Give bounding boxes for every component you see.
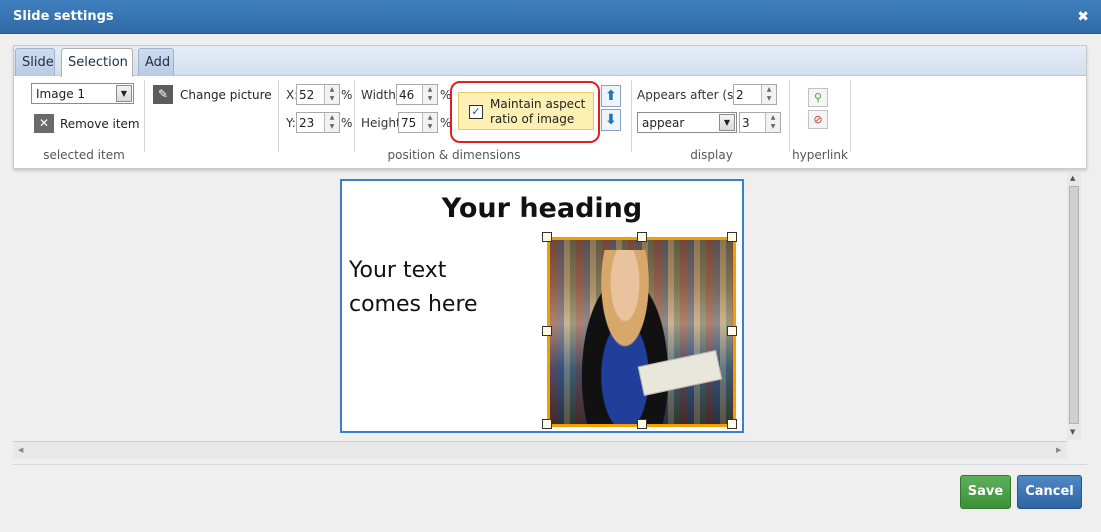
slide-body-line-2: comes here xyxy=(349,292,478,317)
resize-handle-w[interactable] xyxy=(542,326,552,336)
ribbon-toolbar: Slide Selection Add Image 1 ▼ ✕ Remove i… xyxy=(13,45,1087,169)
divider xyxy=(278,80,279,152)
appears-after-stepper[interactable]: 2 ▲ ▼ xyxy=(733,84,777,105)
effect-value: appear xyxy=(642,116,685,130)
height-stepper[interactable]: 75 ▲ ▼ xyxy=(398,112,438,133)
tab-bar: Slide Selection Add xyxy=(14,46,1086,77)
group-label-hyperlink: hyperlink xyxy=(792,148,848,162)
slide-heading[interactable]: Your heading xyxy=(342,193,742,224)
change-picture-button[interactable]: Change picture xyxy=(180,88,272,102)
scroll-right-icon[interactable]: ▶ xyxy=(1056,446,1061,454)
resize-handle-ne[interactable] xyxy=(727,232,737,242)
bring-forward-button[interactable]: ⬆ xyxy=(601,85,621,107)
spin-arrows-icon[interactable]: ▲ ▼ xyxy=(422,113,437,132)
effect-select[interactable]: appear ▼ xyxy=(637,112,737,133)
resize-handle-se[interactable] xyxy=(727,419,737,429)
arrow-up-icon: ⬆ xyxy=(605,88,617,104)
appears-after-label: Appears after (s): xyxy=(637,88,743,102)
divider xyxy=(631,80,632,152)
resize-handle-nw[interactable] xyxy=(542,232,552,242)
chevron-down-icon: ▼ xyxy=(116,85,132,102)
resize-handle-sw[interactable] xyxy=(542,419,552,429)
slide-preview[interactable]: Your heading Your text comes here xyxy=(340,179,744,433)
resize-handle-n[interactable] xyxy=(637,232,647,242)
group-label-position: position & dimensions xyxy=(387,148,521,162)
width-label: Width xyxy=(361,88,396,102)
spin-arrows-icon[interactable]: ▲ ▼ xyxy=(422,85,437,104)
divider xyxy=(144,80,145,152)
duration-value: 3 xyxy=(742,116,750,130)
vertical-scroll-thumb[interactable] xyxy=(1069,186,1079,424)
dialog-title: Slide settings xyxy=(13,9,114,24)
arrow-down-icon: ⬇ xyxy=(605,112,617,128)
spin-arrows-icon[interactable]: ▲ ▼ xyxy=(324,113,339,132)
save-button[interactable]: Save xyxy=(960,475,1011,509)
height-label: Height xyxy=(361,116,401,130)
tab-selection[interactable]: Selection xyxy=(61,48,133,77)
group-label-display: display xyxy=(690,148,733,162)
dialog-title-bar: Slide settings ✖ xyxy=(0,0,1101,34)
pencil-icon[interactable]: ✎ xyxy=(153,85,173,104)
scroll-left-icon[interactable]: ◀ xyxy=(18,446,23,454)
slide-image[interactable] xyxy=(547,237,736,427)
height-value: 75 xyxy=(401,116,417,130)
aspect-line-1: Maintain aspect xyxy=(490,97,586,111)
chevron-down-icon: ▼ xyxy=(719,114,735,131)
horizontal-scrollbar[interactable]: ◀ ▶ xyxy=(13,441,1067,459)
spin-arrows-icon[interactable]: ▲ ▼ xyxy=(765,113,780,132)
student-figure xyxy=(570,250,680,424)
x-unit: % xyxy=(341,88,353,102)
selected-item-value: Image 1 xyxy=(36,87,86,101)
checkbox-checked-icon[interactable]: ✓ xyxy=(469,105,483,119)
maintain-aspect-label: Maintain aspect ratio of image xyxy=(490,97,585,127)
remove-link-icon[interactable]: ⊘ xyxy=(808,110,828,129)
y-value: 23 xyxy=(299,116,315,130)
appears-after-value: 2 xyxy=(736,88,744,102)
add-link-icon[interactable]: ⚲ xyxy=(808,88,828,107)
aspect-line-2: ratio of image xyxy=(490,112,575,126)
resize-handle-e[interactable] xyxy=(727,326,737,336)
y-unit: % xyxy=(341,116,353,130)
scroll-down-icon[interactable]: ▼ xyxy=(1070,428,1075,436)
close-icon[interactable]: ✖ xyxy=(1077,9,1089,25)
group-label-selected-item: selected item xyxy=(43,148,125,162)
divider xyxy=(850,80,851,152)
send-backward-button[interactable]: ⬇ xyxy=(601,109,621,131)
selected-item-select[interactable]: Image 1 ▼ xyxy=(31,83,134,104)
resize-handle-s[interactable] xyxy=(637,419,647,429)
cancel-button[interactable]: Cancel xyxy=(1017,475,1082,509)
tab-add[interactable]: Add xyxy=(138,48,174,76)
tab-slide[interactable]: Slide xyxy=(15,48,55,76)
duration-stepper[interactable]: 3 ▲ ▼ xyxy=(739,112,781,133)
vertical-scrollbar[interactable]: ▲ ▼ xyxy=(1067,172,1081,440)
divider xyxy=(789,80,790,152)
aspect-highlight: ✓ Maintain aspect ratio of image xyxy=(450,81,600,143)
remove-icon[interactable]: ✕ xyxy=(34,114,54,133)
x-stepper[interactable]: 52 ▲ ▼ xyxy=(296,84,340,105)
slide-body-text[interactable]: Your text comes here xyxy=(349,254,539,322)
maintain-aspect-checkbox[interactable]: ✓ Maintain aspect ratio of image xyxy=(458,92,594,130)
divider xyxy=(354,80,355,152)
spin-arrows-icon[interactable]: ▲ ▼ xyxy=(324,85,339,104)
scroll-up-icon[interactable]: ▲ xyxy=(1070,174,1075,182)
slide-body-line-1: Your text xyxy=(349,258,447,283)
footer-divider xyxy=(13,464,1087,465)
width-stepper[interactable]: 46 ▲ ▼ xyxy=(396,84,438,105)
x-value: 52 xyxy=(299,88,315,102)
y-label: Y: xyxy=(286,116,296,130)
y-stepper[interactable]: 23 ▲ ▼ xyxy=(296,112,340,133)
width-value: 46 xyxy=(399,88,415,102)
remove-item-button[interactable]: Remove item xyxy=(60,117,140,131)
spin-arrows-icon[interactable]: ▲ ▼ xyxy=(761,85,776,104)
